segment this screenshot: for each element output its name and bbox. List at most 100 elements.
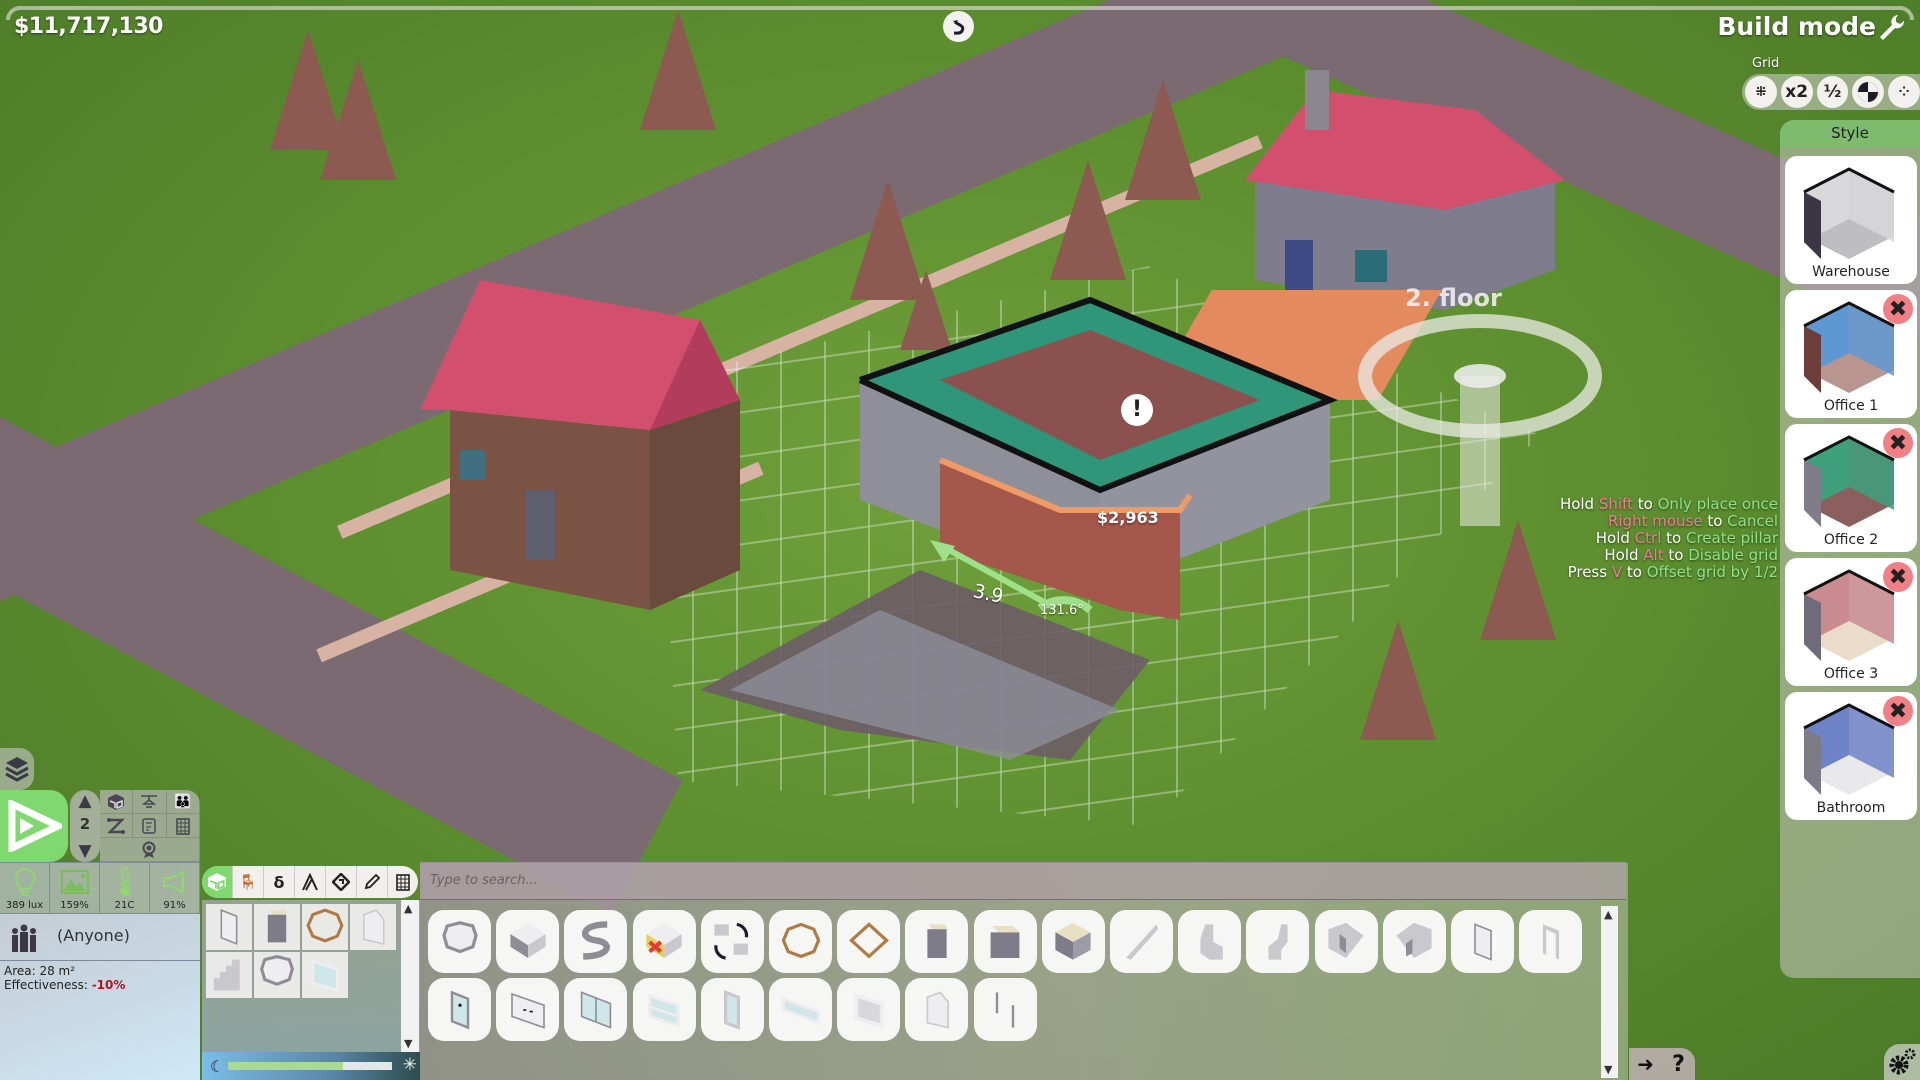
catalog-item-switchback-stairs[interactable] [1178,910,1242,973]
catalog-item-octagon-room[interactable] [428,910,491,973]
layers-button[interactable] [0,748,34,790]
delete-style-button[interactable]: ✖ [1883,562,1913,592]
catalog-item-elevator[interactable] [905,910,969,973]
catalog-item-octagon-fence[interactable] [769,910,832,973]
catalog-item-tall-window[interactable] [700,978,764,1041]
grid-free-button[interactable]: ⁘ [1888,76,1920,108]
recent-item-window[interactable] [302,952,348,998]
path-view-button[interactable] [100,814,134,838]
style-card[interactable]: Warehouse [1785,156,1917,284]
award-view-button[interactable] [100,838,200,862]
daylight-slider[interactable] [228,1062,392,1070]
scroll-up-icon[interactable]: ▲ [404,902,412,915]
catalog-item-u-stairs-right[interactable] [1382,910,1446,973]
catalog-item-double-door-sign[interactable] [496,978,560,1041]
recent-item-stairs[interactable] [206,952,252,998]
people-icon: 👪 [174,793,192,810]
catalog-item-wide-window[interactable] [769,978,832,1041]
catalog-item-square-fence[interactable] [837,910,901,973]
recent-item-door[interactable] [206,904,252,950]
recent-item-arched-door[interactable] [350,904,396,950]
floor-down-button[interactable]: ▼ [74,841,96,861]
building-view-button[interactable] [166,814,200,838]
catalog-item-delete-room[interactable] [632,910,696,973]
recent-items-scrollbar[interactable]: ▲ ▼ [401,900,419,1052]
catalog-item-l-stairs[interactable] [1246,910,1310,973]
catalog-item-bathroom-door[interactable] [428,978,491,1041]
style-card[interactable]: Office 2 ✖ [1785,424,1917,552]
play-speed-button[interactable] [0,790,68,862]
catalog-item-door-frame[interactable] [1519,910,1583,973]
search-input[interactable] [420,862,1626,900]
catalog-item-straight-stairs[interactable] [1110,910,1173,973]
delete-style-button[interactable]: ✖ [1883,696,1913,726]
catalog-item-arched-door[interactable] [905,978,969,1041]
grid-half-button[interactable]: ½ [1816,76,1849,108]
grid-rotate-button[interactable] [1852,76,1885,108]
catalog-item-u-stairs-left[interactable] [1314,910,1378,973]
electric-view-button[interactable] [133,814,167,838]
u-stairs-right-icon [1396,922,1432,958]
warning-icon[interactable]: ! [1121,394,1153,426]
room-area: Area: 28 m² [4,964,76,978]
door-icon [1473,922,1492,961]
catalog-item-window-double[interactable] [632,978,696,1041]
tab-roofs[interactable] [295,866,326,898]
circuit-icon [142,817,157,834]
catalog-item-large-elevator[interactable] [973,910,1037,973]
scroll-up-icon[interactable]: ▲ [1604,908,1612,921]
room-view-button[interactable] [100,790,134,814]
floor-up-button[interactable]: ▲ [74,791,96,811]
tree [1480,520,1556,640]
delete-style-button[interactable]: ✖ [1883,428,1913,458]
lighting-view-button[interactable] [133,790,167,814]
settings-button[interactable] [1884,1044,1920,1080]
octagon-room-icon [441,920,478,953]
double-door-sign-icon [510,992,545,1029]
delete-style-button[interactable]: ✖ [1883,294,1913,324]
window-icon [311,959,339,993]
scroll-down-icon[interactable]: ▼ [1604,1063,1612,1076]
catalog-item-square-room[interactable] [496,910,560,973]
style-card[interactable]: Office 3 ✖ [1785,558,1917,686]
grid-toolbar: ⁜ x2 ½ ⁘ [1742,74,1920,110]
catalog-item-swap-room[interactable] [700,910,764,973]
next-button[interactable]: ➜ [1629,1048,1662,1080]
recent-item-octagon-room[interactable] [254,952,300,998]
tall-window-icon [724,989,741,1030]
style-card[interactable]: Office 1 ✖ [1785,290,1917,418]
catalog-item-double-glass-door[interactable] [564,978,628,1041]
scroll-down-icon[interactable]: ▼ [404,1037,412,1050]
tab-tools[interactable] [357,866,388,898]
tab-furniture[interactable]: 🪑 [233,866,264,898]
recent-item-elevator[interactable] [254,904,300,950]
catalog-scrollbar[interactable]: ▲ ▼ [1601,906,1618,1078]
undo-button[interactable] [943,11,974,42]
award-ribbon-icon [142,841,156,858]
recent-item-octagon-fence[interactable] [302,904,348,950]
tab-rooms[interactable] [202,866,233,898]
catalog-item-wall-gap[interactable] [973,978,1037,1041]
tab-decoration[interactable]: ẟ [264,866,295,898]
elevator-icon [927,923,949,958]
current-floor: 2 [79,815,91,833]
curved-wall-icon [582,920,610,960]
room-owner-row[interactable]: (Anyone) [0,914,200,961]
catalog-item-curved-wall[interactable] [564,910,628,973]
hint-line: Hold Shift to Only place once [1559,495,1778,513]
people-view-button[interactable]: 👪 [166,790,200,814]
style-card-label: Office 1 [1823,398,1879,414]
tab-paths[interactable] [326,866,357,898]
building-icon [396,874,410,891]
catalog-item-square-window[interactable] [837,978,901,1041]
help-button[interactable]: ? [1662,1048,1695,1080]
grid-snap-icon: ⁜ [1755,84,1767,100]
catalog-item-door[interactable] [1451,910,1514,973]
tree [1125,80,1201,200]
hint-line: Right mouse to Cancel [1607,512,1778,530]
wrench-icon[interactable] [1876,12,1906,42]
grid-double-button[interactable]: x2 [1780,76,1813,108]
catalog-item-glass-elevator[interactable] [1041,910,1105,973]
style-card[interactable]: Bathroom ✖ [1785,692,1917,820]
grid-snap-button[interactable]: ⁜ [1745,76,1777,108]
